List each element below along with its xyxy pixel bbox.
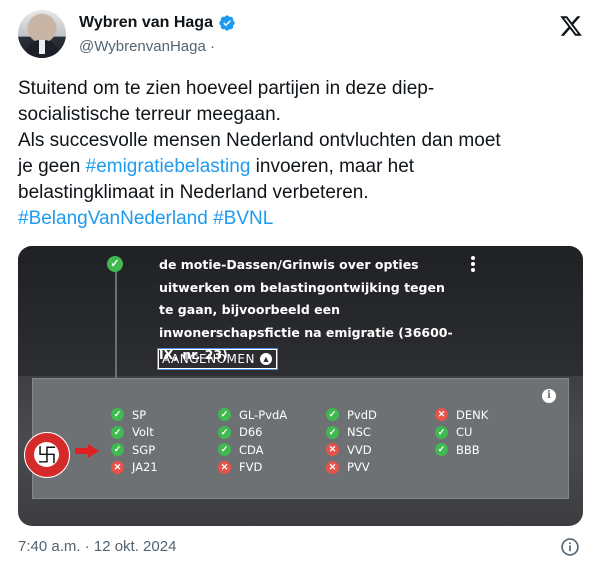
vote-item: ✓ D66 <box>218 424 287 442</box>
party-label: SGP <box>132 442 156 457</box>
vote-column: ✓ PvdD ✓ NSC ✕ VVD ✕ PVV <box>326 406 377 476</box>
avatar-shirt <box>39 40 45 54</box>
more-options-icon[interactable] <box>470 256 476 274</box>
vote-item: ✕ VVD <box>326 441 377 459</box>
avatar[interactable] <box>18 10 66 58</box>
party-label: FVD <box>239 460 263 475</box>
party-label: CU <box>456 425 473 440</box>
vote-item: ✓ Volt <box>111 424 158 442</box>
swastika-emblem-icon: 卐 <box>24 432 70 478</box>
vote-item: ✕ JA21 <box>111 459 158 477</box>
cross-icon: ✕ <box>218 460 231 474</box>
vote-item: ✓ SP <box>111 406 158 424</box>
handle-row: @WybrenvanHaga · <box>79 38 215 55</box>
check-icon: ✓ <box>326 425 339 439</box>
hashtag-link[interactable]: #BVNL <box>213 208 273 229</box>
party-label: GL-PvdA <box>239 407 288 422</box>
party-label: BBB <box>456 442 480 457</box>
vote-item: ✕ FVD <box>218 459 287 477</box>
vote-panel: i ✓ SP ✓ Volt ✓ SGP ✕ JA21 ✓ GL-PvdA ✓ D66 ✓ CDA ✕ FVD ✓… <box>32 378 569 499</box>
tweet-line: je geen #emigratiebelasting invoeren, ma… <box>18 154 584 180</box>
check-icon: ✓ <box>435 443 448 457</box>
party-label: CDA <box>239 442 264 457</box>
name-row: Wybren van Haga <box>79 14 236 32</box>
party-label: PvdD <box>347 407 377 422</box>
cross-icon: ✕ <box>111 460 124 474</box>
check-icon: ✓ <box>111 408 124 422</box>
vote-item: ✓ PvdD <box>326 406 377 424</box>
handle-separator: · <box>210 38 215 55</box>
vote-item: ✓ SGP <box>111 441 158 459</box>
check-icon: ✓ <box>218 425 231 439</box>
party-label: JA21 <box>132 460 158 475</box>
status-button[interactable]: AANGENOMEN ▲ <box>157 348 278 370</box>
check-icon: ✓ <box>218 408 231 422</box>
red-arrow-icon <box>75 444 99 458</box>
cross-icon: ✕ <box>326 460 339 474</box>
party-label: D66 <box>239 425 263 440</box>
tweet-text: Stuitend om te zien hoeveel partijen in … <box>18 76 584 232</box>
vote-item: ✓ BBB <box>435 441 488 459</box>
timeline-line <box>115 266 117 381</box>
hashtag-link[interactable]: #emigratiebelasting <box>86 156 251 177</box>
tweet-timestamp[interactable]: 7:40 a.m. · 12 okt. 2024 <box>18 538 176 555</box>
check-icon: ✓ <box>326 408 339 422</box>
verified-badge-icon <box>219 15 235 31</box>
tweet-header: Wybren van Haga @WybrenvanHaga · <box>18 10 584 60</box>
check-icon: ✓ <box>218 443 231 457</box>
hashtag-link[interactable]: #BelangVanNederland <box>18 208 208 229</box>
vote-item: ✕ PVV <box>326 459 377 477</box>
cross-icon: ✕ <box>435 408 448 422</box>
check-icon: ✓ <box>107 256 123 272</box>
party-label: VVD <box>347 442 372 457</box>
tweet-line: belastingklimaat in Nederland verbeteren… <box>18 182 369 203</box>
vote-column: ✓ SP ✓ Volt ✓ SGP ✕ JA21 <box>111 406 158 476</box>
check-icon: ✓ <box>435 425 448 439</box>
vote-item: ✕ DENK <box>435 406 488 424</box>
swastika-icon: 卐 <box>37 443 57 467</box>
party-label: SP <box>132 407 147 422</box>
info-icon[interactable]: i <box>542 389 556 403</box>
info-circle-icon[interactable] <box>560 537 580 557</box>
vote-item: ✓ CU <box>435 424 488 442</box>
vote-item: ✓ GL-PvdA <box>218 406 287 424</box>
tweet-line: Als succesvolle mensen Nederland ontvluc… <box>18 130 501 151</box>
party-label: NSC <box>347 425 371 440</box>
status-label: AANGENOMEN <box>162 352 255 366</box>
display-name[interactable]: Wybren van Haga <box>79 14 213 32</box>
tweet-text-segment: je geen <box>18 156 86 177</box>
tweet-line: #BelangVanNederland #BVNL <box>18 206 584 232</box>
cross-icon: ✕ <box>326 443 339 457</box>
chevron-up-icon: ▲ <box>259 353 272 365</box>
vote-column: ✕ DENK ✓ CU ✓ BBB <box>435 406 488 459</box>
media-image[interactable]: ✓ de motie-Dassen/Grinwis over opties ui… <box>18 246 583 526</box>
vote-item: ✓ NSC <box>326 424 377 442</box>
tweet-text-segment: invoeren, maar het <box>250 156 415 177</box>
x-logo-icon[interactable] <box>558 14 584 38</box>
party-label: Volt <box>132 425 154 440</box>
tweet-line: Stuitend om te zien hoeveel partijen in … <box>18 78 435 99</box>
check-icon: ✓ <box>111 443 124 457</box>
tweet-line: socialistische terreur meegaan. <box>18 104 281 125</box>
vote-column: ✓ GL-PvdA ✓ D66 ✓ CDA ✕ FVD <box>218 406 287 476</box>
party-label: PVV <box>347 460 370 475</box>
handle[interactable]: @WybrenvanHaga <box>79 38 206 55</box>
check-icon: ✓ <box>111 425 124 439</box>
party-label: DENK <box>456 407 489 422</box>
vote-item: ✓ CDA <box>218 441 287 459</box>
